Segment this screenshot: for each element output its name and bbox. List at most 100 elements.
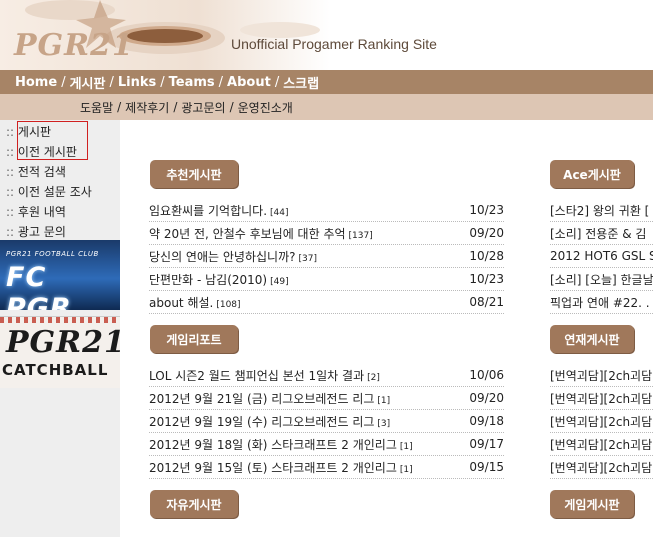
post-title-text[interactable]: 픽업과 연애 #22. . <box>550 296 650 310</box>
post-title-text[interactable]: 2012 HOT6 GSL Se <box>550 249 653 263</box>
sidebar-link-1[interactable]: :: 이전 게시판 <box>6 143 77 163</box>
post-title-text[interactable]: 단편만화 - 남김(2010) <box>149 273 267 287</box>
post-title[interactable]: 2012년 9월 18일 (화) 스타크래프트 2 개인리그 [1] <box>149 436 464 453</box>
post-row[interactable]: 약 20년 전, 안철수 후보님에 대한 추억 [137] 09/20 <box>149 222 504 245</box>
post-row[interactable]: [번역괴담][2ch괴담 <box>550 364 653 387</box>
nav-item-4[interactable]: About <box>227 75 271 90</box>
post-row[interactable]: 픽업과 연애 #22. . <box>550 291 653 314</box>
post-title-text[interactable]: [번역괴담][2ch괴담 <box>550 415 652 429</box>
post-title-text[interactable]: [번역괴담][2ch괴담 <box>550 369 652 383</box>
post-title-text[interactable]: 2012년 9월 15일 (토) 스타크래프트 2 개인리그 <box>149 461 397 475</box>
site-logo[interactable]: PGR21 <box>14 28 134 63</box>
post-title[interactable]: [번역괴담][2ch괴담 <box>550 459 653 476</box>
fc-pgr-banner[interactable]: PGR21 FOOTBALL CLUB FC PGR <box>0 240 120 310</box>
post-title-text[interactable]: 임요환씨를 기억합니다. <box>149 204 267 218</box>
subnav-item-2[interactable]: 광고문의 <box>181 99 225 116</box>
site-header: PGR21 Unofficial Progamer Ranking Site <box>0 0 653 70</box>
post-row[interactable]: [번역괴담][2ch괴담 <box>550 387 653 410</box>
sidebar-link-label: 이전 게시판 <box>17 145 77 159</box>
subnav-item-3[interactable]: 운영진소개 <box>238 99 293 116</box>
post-title-text[interactable]: [번역괴담][2ch괴담 <box>550 461 652 475</box>
post-row[interactable]: 2012년 9월 21일 (금) 리그오브레전드 리그 [1] 09/20 <box>149 387 504 410</box>
subnav-separator: / <box>173 100 178 114</box>
post-title-text[interactable]: 당신의 연애는 안녕하십니까? <box>149 250 295 264</box>
post-row[interactable]: 임요환씨를 기억합니다. [44] 10/23 <box>149 199 504 222</box>
post-title-text[interactable]: [소리] [오늘] 한글날 <box>550 273 653 287</box>
post-title[interactable]: [소리] 전용준 & 김 <box>550 225 653 242</box>
post-row[interactable]: LOL 시즌2 월드 챔피언십 본선 1일차 결과 [2] 10/06 <box>149 364 504 387</box>
board-tab-boards_left-2[interactable]: 자유게시판 <box>150 490 238 518</box>
post-row[interactable]: about 해설. [108] 08/21 <box>149 291 504 314</box>
post-title[interactable]: [번역괴담][2ch괴담 <box>550 413 653 430</box>
post-title-text[interactable]: LOL 시즌2 월드 챔피언십 본선 1일차 결과 <box>149 369 364 383</box>
post-title[interactable]: 약 20년 전, 안철수 후보님에 대한 추억 [137] <box>149 225 464 242</box>
post-row[interactable]: 당신의 연애는 안녕하십니까? [37] 10/28 <box>149 245 504 268</box>
post-title[interactable]: 단편만화 - 남김(2010) [49] <box>149 271 464 288</box>
post-title[interactable]: 픽업과 연애 #22. . <box>550 294 653 311</box>
post-row[interactable]: 단편만화 - 남김(2010) [49] 10/23 <box>149 268 504 291</box>
sidebar-link-0[interactable]: :: 게시판 <box>6 123 51 143</box>
post-title-text[interactable]: [소리] 전용준 & 김 <box>550 227 646 241</box>
post-row[interactable]: [번역괴담][2ch괴담 <box>550 456 653 479</box>
post-title[interactable]: [번역괴담][2ch괴담 <box>550 367 653 384</box>
comment-count: [2] <box>367 372 380 383</box>
comment-count: [44] <box>270 207 289 218</box>
post-date: 08/21 <box>469 295 504 309</box>
post-title[interactable]: [스타2] 왕의 귀환 [ <box>550 202 653 219</box>
nav-item-5[interactable]: 스크랩 <box>283 73 319 92</box>
sidebar-link-3[interactable]: :: 이전 설문 조사 <box>6 183 92 203</box>
subnav-separator: / <box>117 100 122 114</box>
sidebar-link-2[interactable]: :: 전적 검색 <box>6 163 66 183</box>
nav-item-3[interactable]: Teams <box>169 75 215 90</box>
post-row[interactable]: 2012년 9월 19일 (수) 리그오브레전드 리그 [3] 09/18 <box>149 410 504 433</box>
post-title[interactable]: 2012 HOT6 GSL Se <box>550 249 653 263</box>
board-tab-boards_left-1[interactable]: 게임리포트 <box>150 325 238 353</box>
sidebar-link-label: 후원 내역 <box>17 205 66 219</box>
post-title-text[interactable]: [번역괴담][2ch괴담 <box>550 392 652 406</box>
board-tab-boards_right-0[interactable]: Ace게시판 <box>550 160 634 188</box>
post-title-text[interactable]: 2012년 9월 21일 (금) 리그오브레전드 리그 <box>149 392 374 406</box>
post-row[interactable]: [소리] [오늘] 한글날 <box>550 268 653 291</box>
post-title[interactable]: [번역괴담][2ch괴담 <box>550 390 653 407</box>
sidebar-link-4[interactable]: :: 후원 내역 <box>6 203 66 223</box>
post-title[interactable]: 임요환씨를 기억합니다. [44] <box>149 202 464 219</box>
post-row[interactable]: 2012년 9월 18일 (화) 스타크래프트 2 개인리그 [1] 09/17 <box>149 433 504 456</box>
subnav-item-0[interactable]: 도움말 <box>80 99 113 116</box>
nav-item-2[interactable]: Links <box>118 75 156 90</box>
subnav-item-1[interactable]: 제작후기 <box>125 99 169 116</box>
post-date: 09/17 <box>469 437 504 451</box>
post-row[interactable]: [소리] 전용준 & 김 <box>550 222 653 245</box>
fc-banner-subtitle: PGR21 FOOTBALL CLUB <box>6 250 99 258</box>
board-tab-boards_right-2[interactable]: 게임게시판 <box>550 490 634 518</box>
comment-count: [137] <box>348 230 373 241</box>
post-row[interactable]: [스타2] 왕의 귀환 [ <box>550 199 653 222</box>
post-title-text[interactable]: about 해설. <box>149 296 213 310</box>
post-title-text[interactable]: 약 20년 전, 안철수 후보님에 대한 추억 <box>149 227 346 241</box>
post-row[interactable]: 2012 HOT6 GSL Se <box>550 245 653 268</box>
post-title[interactable]: [소리] [오늘] 한글날 <box>550 271 653 288</box>
post-title[interactable]: 2012년 9월 15일 (토) 스타크래프트 2 개인리그 [1] <box>149 459 464 476</box>
post-row[interactable]: 2012년 9월 15일 (토) 스타크래프트 2 개인리그 [1] 09/15 <box>149 456 504 479</box>
post-title-text[interactable]: [스타2] 왕의 귀환 [ <box>550 204 649 218</box>
board-tab-boards_left-0[interactable]: 추천게시판 <box>150 160 238 188</box>
sidebar-link-label: 이전 설문 조사 <box>17 185 92 199</box>
comment-count: [3] <box>377 418 391 429</box>
nav-item-0[interactable]: Home <box>15 75 57 90</box>
board-tab-boards_right-1[interactable]: 연재게시판 <box>550 325 634 353</box>
nav-item-1[interactable]: 게시판 <box>70 73 106 92</box>
post-date: 09/20 <box>469 391 504 405</box>
post-row[interactable]: [번역괴담][2ch괴담 <box>550 433 653 456</box>
post-title[interactable]: 당신의 연애는 안녕하십니까? [37] <box>149 248 464 265</box>
catchball-banner[interactable]: PGR21 CATCHBALL <box>0 316 120 388</box>
post-title[interactable]: [번역괴담][2ch괴담 <box>550 436 653 453</box>
post-title[interactable]: 2012년 9월 19일 (수) 리그오브레전드 리그 [3] <box>149 413 464 430</box>
post-title[interactable]: LOL 시즌2 월드 챔피언십 본선 1일차 결과 [2] <box>149 367 464 384</box>
post-row[interactable]: [번역괴담][2ch괴담 <box>550 410 653 433</box>
post-title[interactable]: 2012년 9월 21일 (금) 리그오브레전드 리그 [1] <box>149 390 464 407</box>
post-title-text[interactable]: 2012년 9월 19일 (수) 리그오브레전드 리그 <box>149 415 374 429</box>
post-title-text[interactable]: 2012년 9월 18일 (화) 스타크래프트 2 개인리그 <box>149 438 397 452</box>
post-title[interactable]: about 해설. [108] <box>149 294 464 311</box>
post-title-text[interactable]: [번역괴담][2ch괴담 <box>550 438 652 452</box>
comment-count: [49] <box>270 276 289 287</box>
post-date: 09/15 <box>469 460 504 474</box>
